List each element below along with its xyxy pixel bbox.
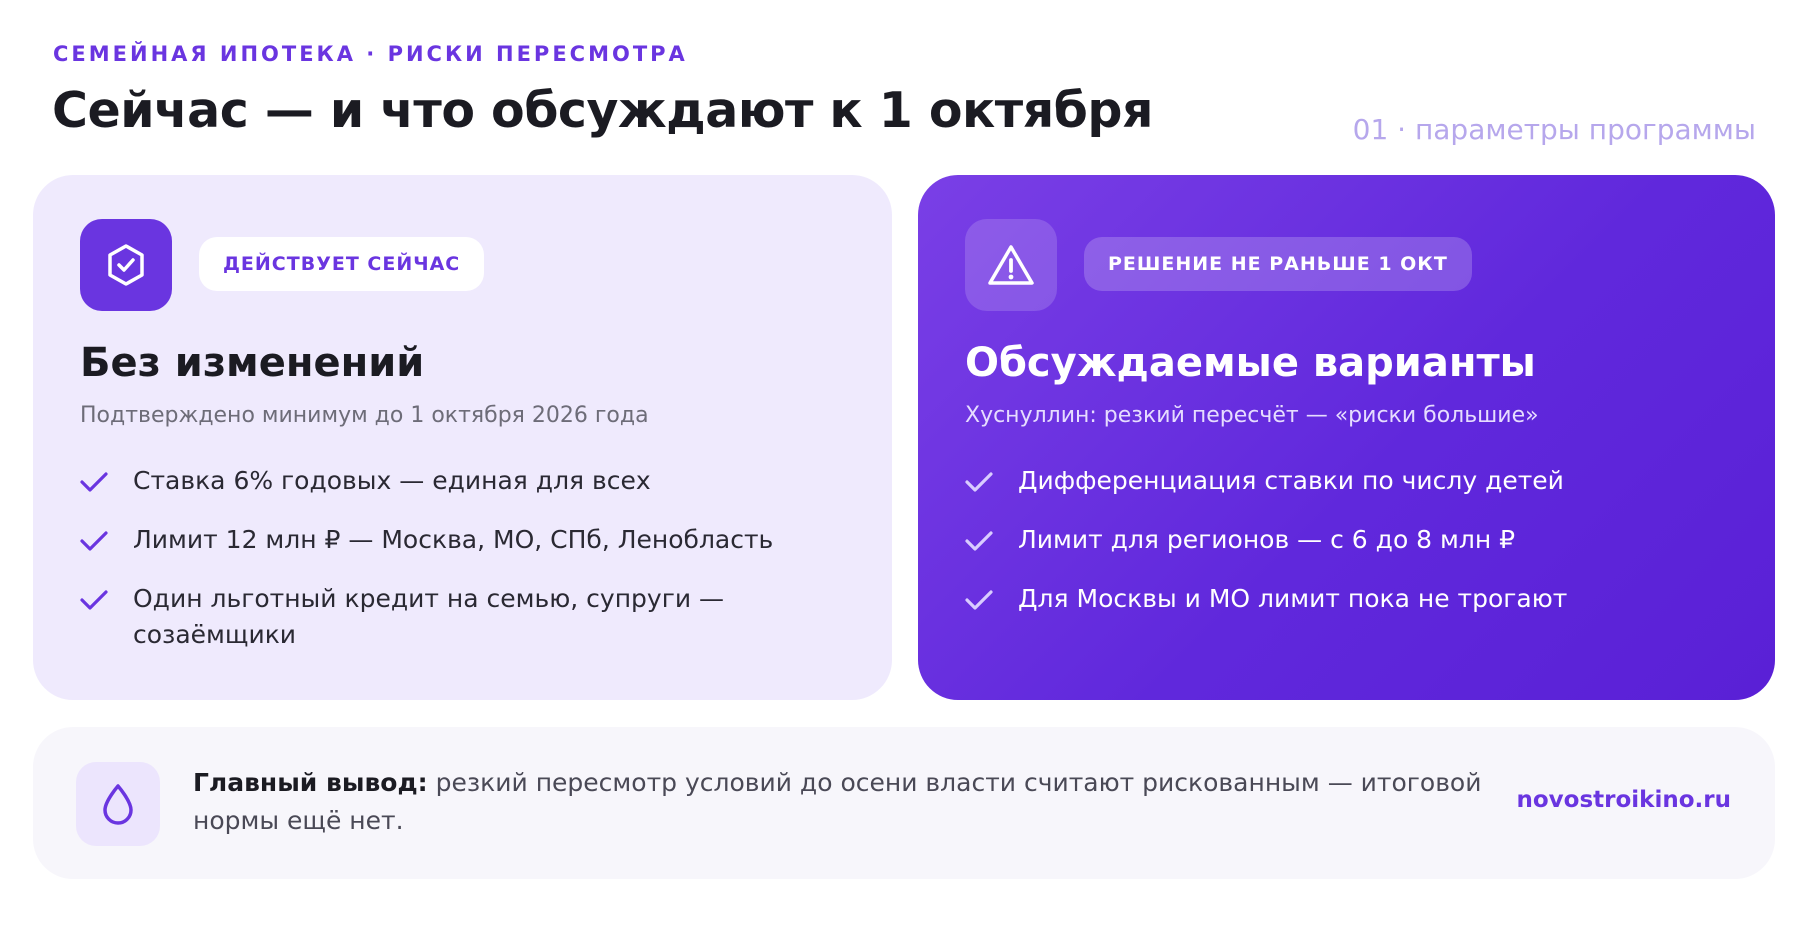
list-item: Один льготный кредит на семью, супруги —…	[80, 581, 820, 653]
list-item: Для Москвы и МО лимит пока не трогают	[965, 581, 1705, 617]
conclusion-panel: Главный вывод: резкий пересмотр условий …	[33, 727, 1775, 879]
list-item: Лимит 12 млн ₽ — Москва, МО, СПб, Ленобл…	[80, 522, 820, 558]
check-icon	[965, 472, 993, 492]
status-badge: РЕШЕНИЕ НЕ РАНЬШЕ 1 ОКТ	[1084, 237, 1472, 291]
list-item-text: Ставка 6% годовых — единая для всех	[133, 466, 651, 495]
site-link[interactable]: novostroikino.ru	[1517, 787, 1732, 813]
list-item: Дифференциация ставки по числу детей	[965, 463, 1705, 499]
list-item: Лимит для регионов — с 6 до 8 млн ₽	[965, 522, 1705, 558]
list-item-text: Лимит 12 млн ₽ — Москва, МО, СПб, Ленобл…	[133, 525, 774, 554]
kicker: СЕМЕЙНАЯ ИПОТЕКА · РИСКИ ПЕРЕСМОТРА	[53, 42, 688, 66]
list-item: Ставка 6% годовых — единая для всех	[80, 463, 820, 499]
shield-check-icon	[80, 219, 172, 311]
card-title: Обсуждаемые варианты	[965, 340, 1536, 386]
proposed-list: Дифференциация ставки по числу детей Лим…	[965, 463, 1705, 640]
current-list: Ставка 6% годовых — единая для всех Лими…	[80, 463, 820, 676]
card-subtitle: Подтверждено минимум до 1 октября 2026 г…	[80, 403, 649, 428]
status-badge: ДЕЙСТВУЕТ СЕЙЧАС	[199, 237, 485, 291]
list-item-text: Лимит для регионов — с 6 до 8 млн ₽	[1018, 525, 1516, 554]
conclusion-text: Главный вывод: резкий пересмотр условий …	[193, 764, 1523, 840]
check-icon	[80, 531, 108, 551]
page-label: 01 · параметры программы	[1352, 113, 1756, 146]
current-card: ДЕЙСТВУЕТ СЕЙЧАС Без изменений Подтвержд…	[33, 175, 892, 700]
list-item-text: Для Москвы и МО лимит пока не трогают	[1018, 584, 1568, 613]
list-item-text: Дифференциация ставки по числу детей	[1018, 466, 1564, 495]
check-icon	[965, 531, 993, 551]
proposed-card: РЕШЕНИЕ НЕ РАНЬШЕ 1 ОКТ Обсуждаемые вари…	[918, 175, 1775, 700]
check-icon	[80, 472, 108, 492]
drop-icon	[76, 762, 160, 846]
card-subtitle: Хуснуллин: резкий пересчёт — «риски боль…	[965, 403, 1539, 428]
check-icon	[80, 590, 108, 610]
check-icon	[965, 590, 993, 610]
list-item-text: Один льготный кредит на семью, супруги —…	[133, 584, 725, 649]
page-title: Сейчас — и что обсуждают к 1 октября	[52, 82, 1153, 139]
conclusion-lead: Главный вывод:	[193, 768, 428, 797]
warning-triangle-icon	[965, 219, 1057, 311]
card-title: Без изменений	[80, 340, 425, 386]
